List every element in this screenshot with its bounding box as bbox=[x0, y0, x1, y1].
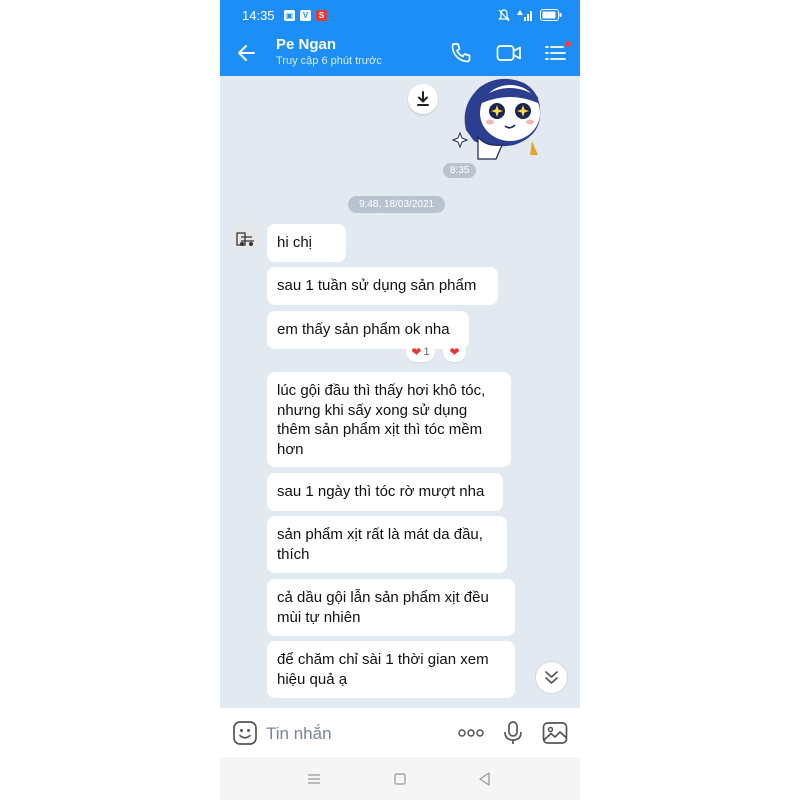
notification-dot bbox=[565, 41, 571, 47]
status-right-icons bbox=[498, 8, 562, 22]
s-app-icon: S bbox=[316, 10, 327, 21]
emoji-icon[interactable] bbox=[232, 720, 258, 746]
message-bubble[interactable]: sau 1 ngày thì tóc rờ mượt nha bbox=[267, 473, 503, 511]
chat-screen: 14:35 ▣ V S Pe Ngan Truy cập 6 phút trướ… bbox=[220, 0, 580, 800]
message-bubble[interactable]: cả dầu gội lẫn sản phẩm xịt đều mùi tự n… bbox=[267, 579, 515, 636]
message-text: sau 1 ngày thì tóc rờ mượt nha bbox=[277, 483, 485, 500]
add-reaction-button[interactable]: ❤ bbox=[443, 342, 466, 362]
contact-name[interactable]: Pe Ngan bbox=[276, 36, 336, 53]
message-text: sau 1 tuần sử dụng sản phẩm bbox=[277, 277, 477, 294]
more-dots-icon[interactable] bbox=[457, 720, 485, 746]
double-chevron-down-icon bbox=[545, 671, 558, 684]
message-text: hi chị bbox=[277, 234, 313, 251]
message-text: sản phẩm xịt rất là mát da đầu, thích bbox=[277, 526, 483, 563]
message-input[interactable] bbox=[264, 718, 418, 750]
avatar[interactable] bbox=[232, 223, 260, 251]
download-button[interactable] bbox=[408, 84, 438, 114]
message-text: em thấy sản phẩm ok nha bbox=[277, 321, 450, 338]
system-nav-bar bbox=[220, 757, 580, 800]
sticker-image[interactable] bbox=[452, 75, 562, 160]
message-bubble[interactable]: hi chị bbox=[267, 224, 346, 262]
chat-header: Pe Ngan Truy cập 6 phút trước bbox=[220, 30, 580, 76]
menu-list-button[interactable] bbox=[543, 40, 571, 66]
vtv-icon: V bbox=[300, 10, 311, 21]
battery-icon bbox=[540, 9, 562, 21]
gallery-icon: ▣ bbox=[284, 10, 295, 21]
message-text: lúc gội đầu thì thấy hơi khô tóc, nhưng … bbox=[277, 382, 486, 458]
message-text: cả dầu gội lẫn sản phẩm xịt đều mùi tự n… bbox=[277, 589, 489, 626]
sticker-time: 8:35 bbox=[443, 163, 477, 178]
heart-icon: ❤ bbox=[449, 345, 460, 359]
home-icon[interactable] bbox=[391, 770, 409, 788]
scroll-down-button[interactable] bbox=[535, 661, 568, 694]
message-bubble[interactable]: sản phẩm xịt rất là mát da đầu, thích bbox=[267, 516, 507, 573]
contact-status: Truy cập 6 phút trước bbox=[276, 55, 382, 67]
date-separator: 9:48, 18/03/2021 bbox=[348, 196, 446, 213]
phone-call-icon[interactable] bbox=[448, 40, 474, 66]
reaction-count-badge[interactable]: ❤ 1 bbox=[406, 342, 435, 362]
image-icon[interactable] bbox=[541, 720, 569, 746]
status-bar: 14:35 ▣ V S bbox=[220, 0, 580, 30]
mute-icon bbox=[498, 8, 510, 21]
recent-apps-icon[interactable] bbox=[305, 770, 323, 788]
avatar-image-icon bbox=[232, 223, 260, 251]
heart-icon: ❤ bbox=[411, 345, 422, 359]
download-icon bbox=[417, 91, 429, 106]
wifi-signal-icon bbox=[517, 10, 532, 21]
message-bubble[interactable]: để chăm chỉ sài 1 thời gian xem hiệu quả… bbox=[267, 641, 515, 698]
back-arrow-icon[interactable] bbox=[234, 40, 260, 66]
message-bubble[interactable]: em thấy sản phẩm ok nha bbox=[267, 311, 469, 349]
reaction-count: 1 bbox=[423, 346, 430, 358]
microphone-icon[interactable] bbox=[499, 720, 527, 746]
message-bubble[interactable]: sau 1 tuần sử dụng sản phẩm bbox=[267, 267, 498, 305]
message-input-bar bbox=[220, 707, 580, 758]
back-icon[interactable] bbox=[476, 770, 494, 788]
message-bubble[interactable]: lúc gội đầu thì thấy hơi khô tóc, nhưng … bbox=[267, 372, 511, 467]
message-text: để chăm chỉ sài 1 thời gian xem hiệu quả… bbox=[277, 651, 489, 688]
video-call-icon[interactable] bbox=[495, 40, 523, 66]
status-time: 14:35 bbox=[242, 8, 275, 23]
